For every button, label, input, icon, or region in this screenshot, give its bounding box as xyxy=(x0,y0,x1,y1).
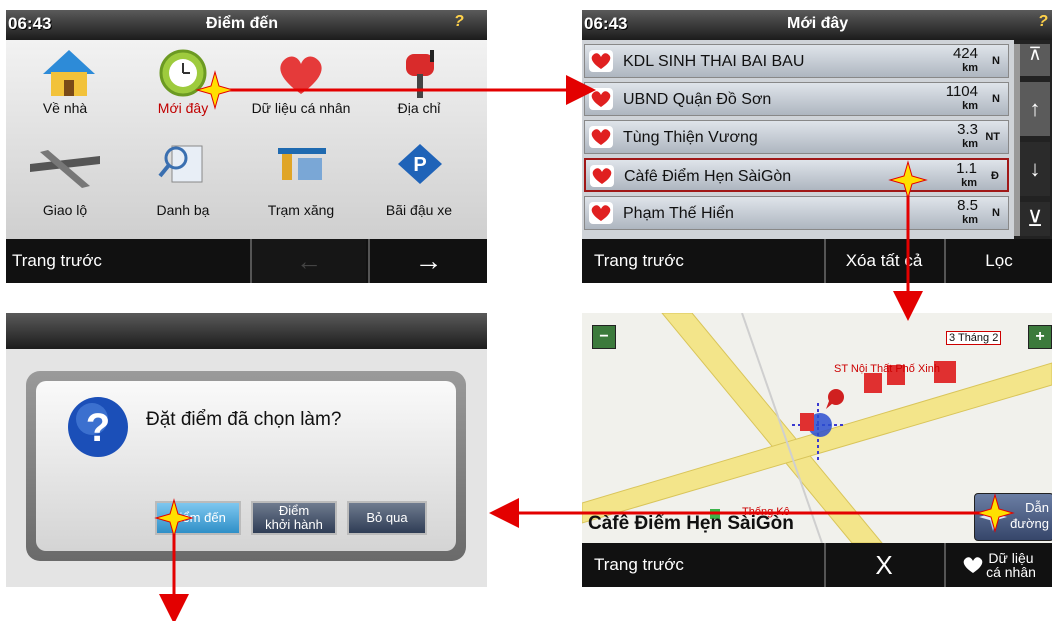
bottom-bar: Trang trước ← → xyxy=(6,239,487,283)
filter-button[interactable]: Lọc xyxy=(944,239,1052,283)
dialog-question: Đặt điểm đã chọn làm? xyxy=(146,409,342,430)
close-button[interactable]: X xyxy=(824,543,942,587)
help-icon[interactable]: ? xyxy=(1038,13,1048,31)
zoom-out-button[interactable]: − xyxy=(592,325,616,349)
map-screen: − + 3 Tháng 2 ST Nội Thất Phố Xinh Thống… xyxy=(582,313,1052,587)
heart-icon xyxy=(589,126,613,148)
question-icon: ? xyxy=(68,397,128,457)
recent-button[interactable]: Mới đây xyxy=(124,48,242,118)
scroll-bottom-icon: ⊻ xyxy=(1026,206,1044,231)
home-icon xyxy=(43,50,95,96)
list-item[interactable]: UBND Quận Đồ Sơn 1104 km N xyxy=(584,82,1009,116)
close-icon: X xyxy=(875,549,893,580)
scrollbar[interactable]: ⊼ ↑ ↓ ⊻ xyxy=(1014,40,1052,250)
recent-screen: 06:43 Mới đây ? KDL SINH THAI BAI BAU 42… xyxy=(582,10,1052,283)
personal-data-button[interactable]: Dữ liệu cá nhân xyxy=(242,48,360,118)
heart-icon xyxy=(280,56,322,94)
back-button[interactable]: Trang trước xyxy=(582,543,822,587)
prev-arrow-button[interactable]: ← xyxy=(250,239,366,283)
scroll-top-icon: ⊼ xyxy=(1028,44,1042,64)
scroll-up-button[interactable]: ↑ xyxy=(1020,82,1050,136)
icon-grid: Về nhà Mới đây Dữ liệu cá nhân Địa chỉ G… xyxy=(6,40,487,239)
scroll-top-button[interactable]: ⊼ xyxy=(1020,44,1050,76)
page-title: Điểm đến xyxy=(206,15,279,32)
intersection-button[interactable]: Giao lộ xyxy=(6,150,124,220)
save-personal-data-button[interactable]: Dữ liệu cá nhân xyxy=(944,543,1052,587)
title-bar: 06:43 Điểm đến ? xyxy=(6,10,487,40)
poi-label: ST Nội Thất Phố Xinh xyxy=(834,363,940,375)
directory-icon xyxy=(158,145,203,183)
svg-text:?: ? xyxy=(86,406,110,450)
poi-marker[interactable] xyxy=(864,373,882,393)
list-item-selected[interactable]: Càfê Điểm Hẹn SàiGòn 1.1 km Đ xyxy=(584,158,1009,192)
title-bar xyxy=(6,313,487,349)
svg-text:P: P xyxy=(413,154,426,176)
title-bar: 06:43 Mới đây ? xyxy=(582,10,1052,40)
skip-button[interactable]: Bỏ qua xyxy=(347,501,427,535)
heart-icon xyxy=(590,165,614,187)
right-arrow-icon: → xyxy=(414,245,443,276)
set-start-button[interactable]: Điểm khởi hành xyxy=(251,501,337,535)
next-arrow-button[interactable]: → xyxy=(368,239,487,283)
street-label: 3 Tháng 2 xyxy=(946,331,1002,345)
heart-icon xyxy=(963,557,983,573)
clock: 06:43 xyxy=(584,14,628,33)
recent-clock-icon xyxy=(159,49,207,97)
set-destination-button[interactable]: Điểm đến xyxy=(155,501,241,535)
clear-all-button[interactable]: Xóa tất cả xyxy=(824,239,942,283)
destination-screen: 06:43 Điểm đến ? Về nhà Mới đây Dữ liệu … xyxy=(6,10,487,283)
back-button[interactable]: Trang trước xyxy=(6,239,246,283)
page-title: Mới đây xyxy=(787,15,849,32)
selected-place-name: Càfê Điểm Hẹn SàiGòn xyxy=(588,513,794,534)
compass-icon xyxy=(979,503,1007,531)
back-button[interactable]: Trang trước xyxy=(582,239,822,283)
list-item[interactable]: Tùng Thiện Vương 3.3 km NT xyxy=(584,120,1009,154)
mailbox-icon xyxy=(406,50,434,98)
heart-icon xyxy=(589,50,613,72)
scroll-bottom-button[interactable]: ⊻ xyxy=(1020,202,1050,236)
list-item[interactable]: Phạm Thế Hiển 8.5 km N xyxy=(584,196,1009,230)
gas-station-icon xyxy=(278,148,326,180)
help-icon[interactable]: ? xyxy=(454,13,464,31)
poi-marker[interactable] xyxy=(800,413,814,431)
parking-button[interactable]: P Bãi đậu xe xyxy=(360,144,478,220)
intersection-icon xyxy=(30,150,100,188)
clock: 06:43 xyxy=(8,14,52,33)
list-item[interactable]: KDL SINH THAI BAI BAU 424 km N xyxy=(584,44,1009,78)
address-button[interactable]: Địa chỉ xyxy=(360,48,478,118)
bottom-bar: Trang trước Xóa tất cả Lọc xyxy=(582,239,1052,283)
gas-station-button[interactable]: Trạm xăng xyxy=(242,148,360,220)
set-point-dialog-screen: ? Đặt điểm đã chọn làm? Điểm đến Điểm khở… xyxy=(6,313,487,587)
scroll-down-button[interactable]: ↓ xyxy=(1020,142,1050,196)
directory-button[interactable]: Danh bạ xyxy=(124,145,242,220)
parking-icon: P xyxy=(398,144,442,184)
home-button[interactable]: Về nhà xyxy=(6,48,124,118)
bottom-bar: Trang trước X Dữ liệu cá nhân xyxy=(582,543,1052,587)
up-arrow-icon: ↑ xyxy=(1029,96,1041,121)
zoom-in-button[interactable]: + xyxy=(1028,325,1052,349)
left-arrow-icon: ← xyxy=(296,245,322,276)
down-arrow-icon: ↓ xyxy=(1029,156,1041,181)
recent-list: KDL SINH THAI BAI BAU 424 km N UBND Quận … xyxy=(582,40,1014,240)
heart-icon xyxy=(589,202,613,224)
route-button[interactable]: Dẫn đường xyxy=(974,493,1052,541)
heart-icon xyxy=(589,88,613,110)
